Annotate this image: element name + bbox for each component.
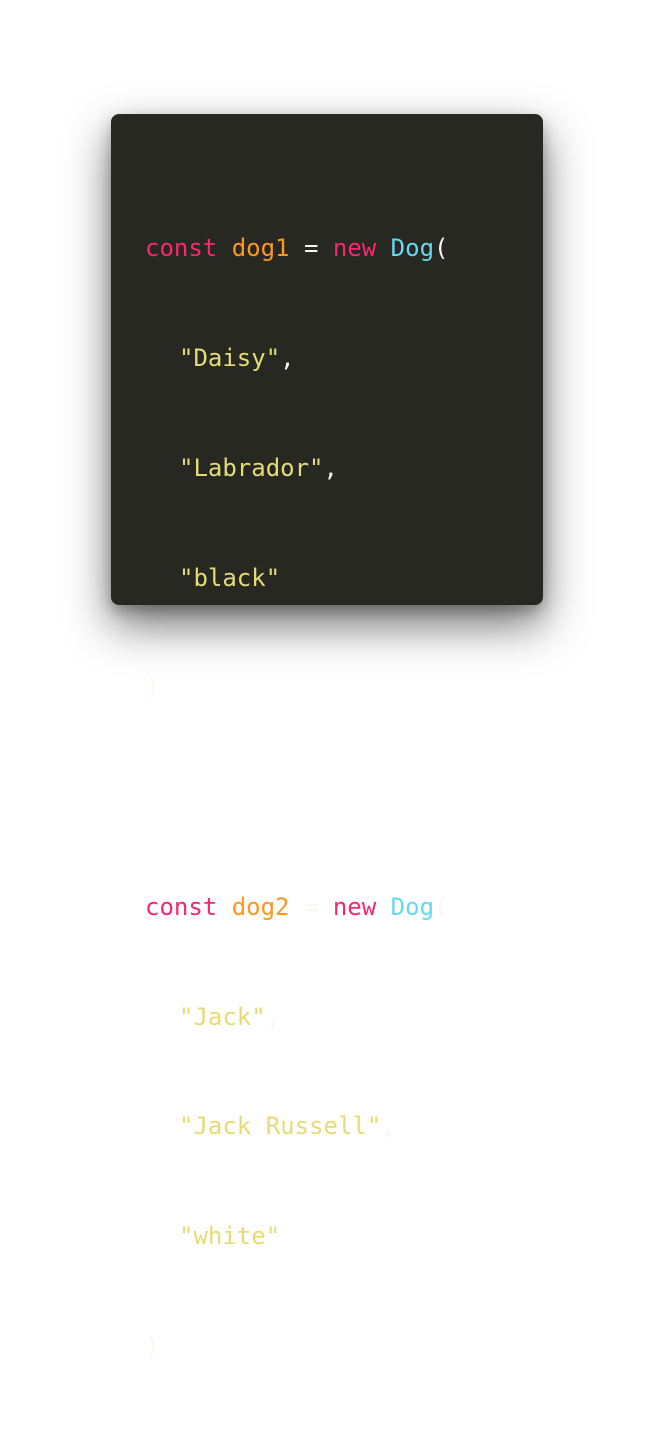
assignment-operator: = [303,892,319,921]
code-line: "black" [145,560,543,597]
comma: , [323,453,338,482]
comma: , [280,343,295,372]
string-arg: "Jack Russell" [179,1112,382,1141]
close-paren: ) [145,673,160,702]
comma: , [265,1002,281,1031]
string-arg: "black" [179,563,281,592]
string-arg: "Daisy" [179,343,281,372]
keyword-const: const [145,234,218,263]
close-paren: ) [145,1332,160,1360]
assignment-operator: = [303,234,319,263]
keyword-new: new [332,892,377,921]
keyword-const: const [145,892,218,921]
code-line: ) [145,1328,543,1365]
code-line: const dog2 = new Dog( [145,889,543,926]
code-line: ) [145,669,543,706]
string-arg: "white" [179,1222,281,1251]
code-line: "Jack Russell", [145,1108,543,1145]
variable-name: dog1 [231,234,290,263]
code-line: "white" [145,1218,543,1255]
comma: , [381,1112,396,1141]
variable-name: dog2 [231,892,290,921]
class-name: Dog [390,892,435,921]
code-block: const dog1 = new Dog( "Daisy", "Labrador… [145,157,543,1436]
class-name: Dog [390,234,435,263]
code-line: "Jack", [145,999,543,1036]
string-arg: "Labrador" [179,453,324,482]
code-line: "Daisy", [145,340,543,377]
keyword-new: new [332,234,377,263]
code-line: "Labrador", [145,450,543,487]
open-paren: ( [434,892,449,921]
code-snippet-card: const dog1 = new Dog( "Daisy", "Labrador… [111,114,543,1360]
open-paren: ( [434,234,449,263]
code-line: const dog1 = new Dog( [145,230,543,267]
string-arg: "Jack" [179,1002,266,1031]
